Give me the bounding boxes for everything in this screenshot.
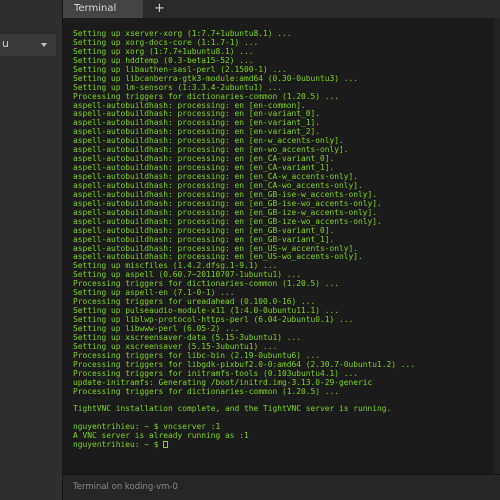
status-text: Terminal on koding-vm-0 — [73, 482, 178, 492]
terminal-line-text: Processing triggers for libc-bin (2.19-0… — [73, 350, 321, 360]
terminal-line-text: aspell-autobuildhash: processing: en [en… — [73, 180, 363, 190]
terminal-line: nguyentrihieu: ~ $ — [73, 440, 415, 450]
terminal-line-text: Setting up xscreensaver-data (5.15-3ubun… — [73, 332, 302, 342]
terminal-line-text: aspell-autobuildhash: processing: en [en… — [73, 207, 378, 217]
terminal-line-text: Processing triggers for libgdk-pixbuf2.0… — [73, 359, 416, 369]
cursor-icon — [163, 441, 169, 449]
terminal-line-text: aspell-autobuildhash: processing: en [en… — [73, 189, 378, 199]
terminal-line-text: Setting up aspell-en (7.1-0-1) ... — [73, 288, 235, 298]
terminal-line-text: Setting up xserver-xorg (1:7.7+1ubuntu8.… — [73, 29, 292, 38]
terminal-line: Processing triggers for dictionaries-com… — [73, 386, 415, 397]
terminal-line-text: Processing triggers for initramfs-tools … — [73, 368, 359, 378]
terminal-line-text: nguyentrihieu: ~ $ — [73, 440, 164, 450]
terminal-line-text: Setting up lm-sensors (1:3.3.4-2ubuntu1)… — [73, 82, 283, 92]
terminal-line-text: Setting up liblwp-protocol-https-perl (6… — [73, 315, 354, 324]
terminal-line-text: Setting up aspell (0.60.7~20110707-1ubun… — [73, 270, 302, 280]
terminal-line-text: aspell-autobuildhash: processing: en [en… — [73, 234, 335, 244]
terminal-line-text: aspell-autobuildhash: processing: en [en… — [73, 252, 363, 262]
terminal-line-text: A VNC server is already running as :1 — [73, 431, 249, 441]
sidebar-dropdown[interactable]: u — [0, 34, 56, 56]
terminal-line-text: Setting up libcanberra-gtk3-module:amd64… — [73, 73, 359, 83]
sidebar: u — [0, 0, 62, 500]
terminal-line-text: aspell-autobuildhash: processing: en [en… — [73, 127, 321, 137]
terminal-line-text: nguyentrihieu: ~ $ vncserver :1 — [73, 422, 221, 432]
status-bar: Terminal on koding-vm-0 — [63, 474, 500, 500]
terminal-line-text: Setting up libwww-perl (6.05-2) ... — [73, 323, 240, 333]
add-tab-button[interactable]: + — [154, 0, 165, 18]
terminal-line-text: Setting up libauthen-sasl-perl (2.1500-1… — [73, 64, 287, 74]
terminal-output: Setting up xserver-xorg (1:7.7+1ubuntu8.… — [73, 29, 416, 450]
terminal-line-text: aspell-autobuildhash: processing: en [en… — [73, 163, 335, 173]
terminal-line-text: Setting up pulseaudio-module-x11 (1:4.0-… — [73, 306, 340, 316]
terminal-line: TightVNC installation complete, and the … — [73, 404, 415, 414]
terminal-line-text: Setting up xscreensaver (5.15-3ubuntu1) … — [73, 341, 278, 351]
terminal-line-text: TightVNC installation complete, and the … — [73, 404, 392, 414]
sidebar-dropdown-label: u — [2, 37, 9, 50]
terminal-line-text: aspell-autobuildhash: processing: en [en… — [73, 172, 359, 181]
terminal-line-text: aspell-autobuildhash: processing: en [en… — [73, 243, 359, 253]
terminal-line-text: Processing triggers for dictionaries-com… — [73, 386, 340, 396]
chevron-down-icon[interactable] — [41, 43, 47, 47]
terminal-line-text: aspell-autobuildhash: processing: en [en… — [73, 136, 344, 146]
tab-terminal[interactable]: Terminal — [63, 0, 143, 18]
tab-bar: Terminal + — [63, 0, 500, 18]
terminal-line-text: Processing triggers for dictionaries-com… — [73, 91, 340, 101]
terminal-line-text: aspell-autobuildhash: processing: en [en… — [73, 100, 306, 110]
terminal-line-text: aspell-autobuildhash: processing: en [en… — [73, 109, 321, 119]
terminal-scrollbar[interactable] — [494, 18, 500, 474]
terminal-line-text: aspell-autobuildhash: processing: en [en… — [73, 118, 321, 128]
terminal-line-text: Processing triggers for dictionaries-com… — [73, 279, 340, 289]
terminal-line-text: Processing triggers for ureadahead (0.10… — [73, 297, 316, 307]
terminal-line-text: update-initramfs: Generating /boot/initr… — [73, 377, 373, 387]
terminal-line-text: Setting up miscfiles (1.4.2.dfsg.1-9.1) … — [73, 261, 278, 271]
terminal-line-text: aspell-autobuildhash: processing: en [en… — [73, 145, 349, 155]
terminal-pane[interactable]: Setting up xserver-xorg (1:7.7+1ubuntu8.… — [63, 18, 500, 474]
terminal-line-text: aspell-autobuildhash: processing: en [en… — [73, 225, 335, 235]
terminal-line-text: aspell-autobuildhash: processing: en [en… — [73, 216, 382, 226]
terminal-line-text: Setting up xorg (1:7.7+1ubuntu8.1) ... — [73, 46, 254, 56]
terminal-line-text: aspell-autobuildhash: processing: en [en… — [73, 198, 382, 208]
terminal-line-text: aspell-autobuildhash: processing: en [en… — [73, 154, 335, 164]
terminal-line-text: Setting up xorg-docs-core (1:1.7-1) ... — [73, 37, 259, 47]
terminal-line-text: Setting up hddtemp (0.3-beta15-52) ... — [73, 55, 254, 65]
